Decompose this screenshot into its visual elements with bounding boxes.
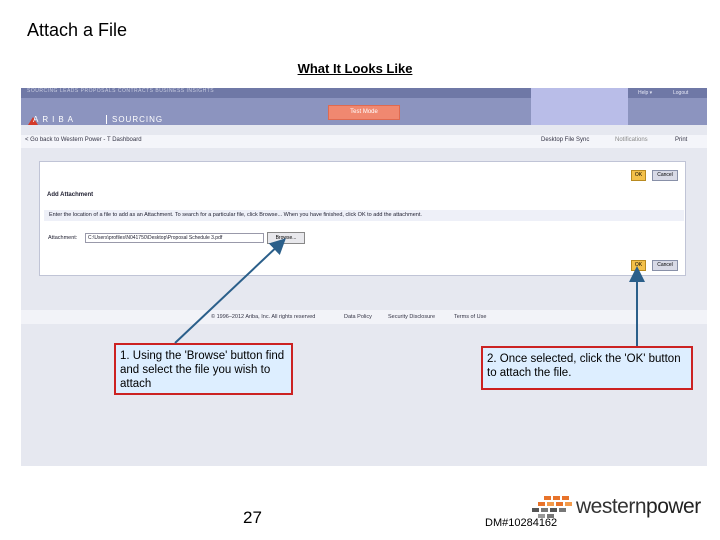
pointer-arrows bbox=[174, 238, 645, 346]
logo-western: western bbox=[576, 495, 647, 518]
arrow-to-browse bbox=[174, 238, 286, 344]
western-power-logo-text: westernpower bbox=[576, 495, 701, 519]
western-power-logo-icon bbox=[532, 496, 572, 518]
logo-power: power bbox=[646, 495, 701, 518]
page-number: 27 bbox=[243, 508, 262, 527]
